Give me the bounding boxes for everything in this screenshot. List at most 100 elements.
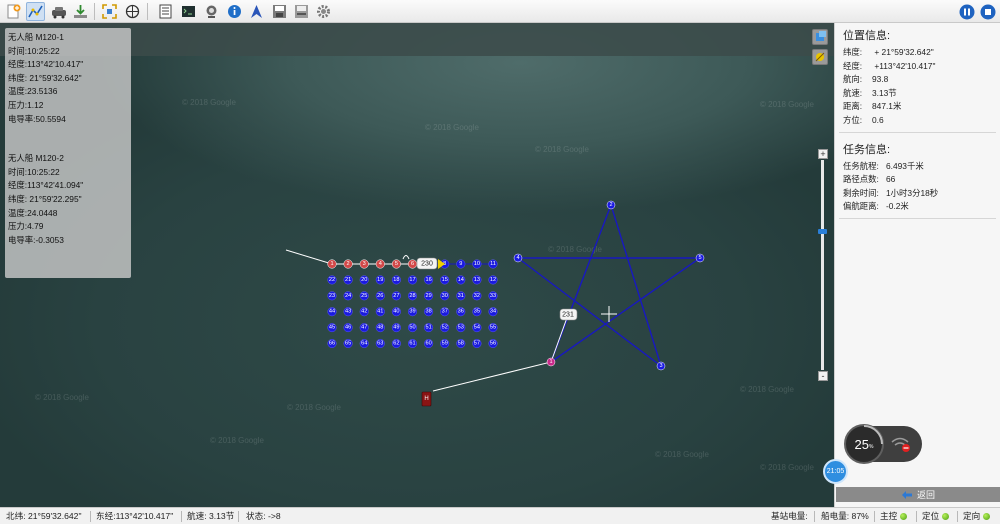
satellite-map[interactable]: © 2018 Google © 2018 Google © 2018 Googl… (0, 23, 834, 507)
list-icon[interactable] (156, 2, 175, 21)
waypoint-marker[interactable]: 53 (456, 323, 466, 333)
svg-text:45: 45 (329, 325, 335, 331)
pause-icon[interactable] (957, 2, 976, 21)
star-waypoint-marker[interactable]: 5 (695, 253, 705, 263)
save-as-icon[interactable] (292, 2, 311, 21)
home-marker[interactable]: H (421, 391, 432, 407)
waypoint-marker[interactable]: 61 (407, 338, 418, 349)
waypoint-marker[interactable]: 21 (343, 275, 353, 285)
waypoint-marker[interactable]: 40 (391, 307, 401, 317)
waypoint-marker[interactable]: 2 (343, 259, 353, 269)
waypoint-marker[interactable]: 35 (472, 307, 482, 317)
waypoint-marker[interactable]: 46 (343, 323, 353, 333)
waypoint-marker[interactable]: 41 (375, 307, 385, 317)
star-waypoint-marker[interactable]: 1 (546, 357, 556, 367)
save-icon[interactable] (270, 2, 289, 21)
waypoint-marker[interactable]: 50 (407, 323, 418, 333)
settings-icon[interactable] (314, 2, 333, 21)
vehicle-icon[interactable] (49, 2, 68, 21)
camera-icon[interactable] (202, 2, 221, 21)
back-button[interactable]: 返回 (836, 487, 1000, 502)
compass-icon[interactable] (123, 2, 142, 21)
star-waypoint-marker[interactable]: 3 (656, 361, 666, 371)
zoom-out-button[interactable]: - (818, 371, 828, 381)
waypoint-marker[interactable]: 57 (472, 338, 482, 349)
zoom-slider-thumb[interactable] (818, 229, 827, 234)
waypoint-marker[interactable]: 62 (391, 338, 401, 349)
svg-text:17: 17 (409, 277, 415, 283)
waypoint-marker[interactable]: 23 (327, 291, 337, 301)
waypoint-marker[interactable]: 52 (440, 323, 450, 333)
waypoint-marker[interactable]: 13 (472, 275, 482, 285)
download-icon[interactable] (71, 2, 90, 21)
waypoint-marker[interactable]: 60 (424, 338, 434, 349)
waypoint-marker[interactable]: 18 (391, 275, 401, 285)
waypoint-marker[interactable]: 59 (440, 338, 450, 349)
new-mission-icon[interactable] (4, 2, 23, 21)
waypoint-marker[interactable]: 3 (359, 259, 369, 269)
waypoint-marker[interactable]: 42 (359, 307, 369, 317)
waypoint-marker[interactable]: 11 (488, 259, 498, 269)
waypoint-marker[interactable]: 32 (472, 291, 482, 301)
waypoint-marker[interactable]: 28 (407, 291, 418, 301)
waypoint-marker[interactable]: 54 (472, 323, 482, 333)
waypoint-marker[interactable]: 34 (488, 307, 498, 317)
waypoint-marker[interactable]: 14 (456, 275, 466, 285)
waypoint-marker[interactable]: 65 (343, 338, 353, 349)
waypoint-marker[interactable]: 6 (407, 259, 418, 269)
waypoint-marker[interactable]: 16 (424, 275, 434, 285)
waypoint-marker[interactable]: 43 (343, 307, 353, 317)
waypoint-marker[interactable]: 15 (440, 275, 450, 285)
waypoint-marker[interactable]: 66 (327, 338, 337, 349)
waypoint-marker[interactable]: 48 (375, 323, 385, 333)
waypoint-marker[interactable]: 63 (375, 338, 385, 349)
waypoint-marker[interactable]: 27 (391, 291, 401, 301)
svg-text:28: 28 (409, 293, 415, 299)
info-icon[interactable] (225, 2, 244, 21)
waypoint-marker[interactable]: 58 (456, 338, 466, 349)
waypoint-marker[interactable]: 55 (488, 323, 498, 333)
waypoint-marker[interactable]: 33 (488, 291, 498, 301)
layer-switch-button[interactable] (812, 29, 828, 45)
route-edit-icon[interactable] (26, 2, 45, 21)
waypoint-marker[interactable]: 36 (456, 307, 466, 317)
star-waypoint-marker[interactable]: 4 (513, 253, 523, 263)
waypoint-marker[interactable]: 9 (456, 259, 466, 269)
star-waypoint-marker[interactable]: 2 (606, 200, 616, 210)
waypoint-marker[interactable]: 47 (359, 323, 369, 333)
waypoint-marker[interactable]: 29 (424, 291, 434, 301)
waypoint-marker[interactable]: 64 (359, 338, 369, 349)
zoom-slider-track[interactable] (821, 160, 824, 370)
back-arrow-icon (901, 491, 912, 499)
waypoint-marker[interactable]: 5 (391, 259, 401, 269)
fit-extent-icon[interactable] (100, 2, 119, 21)
waypoint-marker[interactable]: 39 (407, 307, 418, 317)
waypoint-marker[interactable]: 44 (327, 307, 337, 317)
navigate-arrow-icon[interactable] (247, 2, 266, 21)
waypoint-marker[interactable]: 45 (327, 323, 337, 333)
terminal-icon[interactable] (179, 2, 198, 21)
waypoint-marker[interactable]: 24 (343, 291, 353, 301)
zoom-in-button[interactable]: + (818, 149, 828, 159)
waypoint-marker[interactable]: 19 (375, 275, 385, 285)
waypoint-marker[interactable]: 25 (359, 291, 369, 301)
waypoint-marker[interactable]: 1 (327, 259, 337, 269)
waypoint-marker[interactable]: 31 (456, 291, 466, 301)
waypoint-marker[interactable]: 38 (424, 307, 434, 317)
waypoint-marker[interactable]: 20 (359, 275, 369, 285)
stop-icon[interactable] (978, 2, 997, 21)
waypoint-marker[interactable]: 26 (375, 291, 385, 301)
svg-text:33: 33 (490, 293, 496, 299)
waypoint-marker[interactable]: 30 (440, 291, 450, 301)
measure-tool-button[interactable] (812, 49, 828, 65)
waypoint-marker[interactable]: 22 (327, 275, 337, 285)
waypoint-marker[interactable]: 4 (375, 259, 385, 269)
waypoint-marker[interactable]: 12 (488, 275, 498, 285)
waypoint-marker[interactable]: 56 (488, 338, 498, 349)
waypoint-marker[interactable]: 37 (440, 307, 450, 317)
waypoint-marker[interactable]: 10 (472, 259, 482, 269)
waypoint-marker[interactable]: 17 (407, 275, 418, 285)
boat2-marker[interactable]: 231 (559, 308, 578, 321)
waypoint-marker[interactable]: 51 (424, 323, 434, 333)
waypoint-marker[interactable]: 49 (391, 323, 401, 333)
